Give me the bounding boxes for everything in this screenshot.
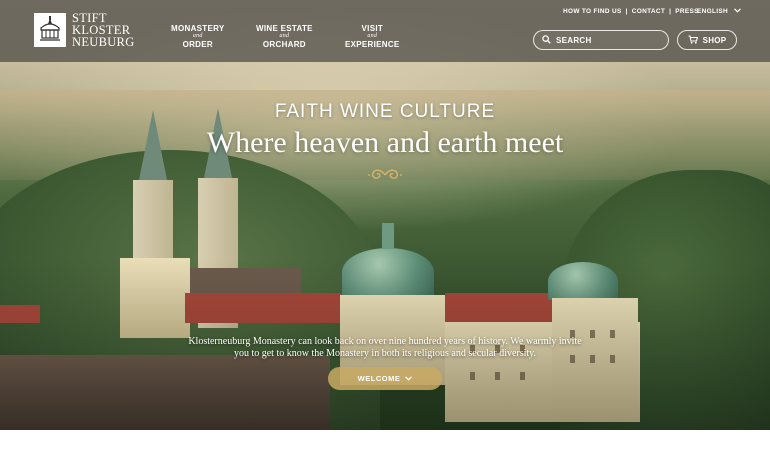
link-separator: | bbox=[669, 8, 672, 15]
nav-label: EXPERIENCE bbox=[345, 40, 400, 49]
intro-line-2: you to get to know the Monastery in both… bbox=[233, 348, 537, 359]
link-how-to-find-us[interactable]: HOW TO FIND US bbox=[563, 8, 622, 15]
shop-button[interactable]: SHOP bbox=[677, 30, 737, 50]
language-selector[interactable]: ENGLISH bbox=[697, 8, 741, 15]
hero-intro: Klosterneuburg Monastery can look back o… bbox=[175, 336, 595, 360]
welcome-label: WELCOME bbox=[357, 374, 401, 383]
search-icon bbox=[542, 31, 551, 49]
monastery-crest-icon bbox=[34, 13, 66, 47]
cart-icon bbox=[688, 34, 698, 46]
brand-line-3: NEUBURG bbox=[72, 35, 135, 49]
brand-name: STIFT KLOSTER NEUBURG bbox=[72, 12, 135, 49]
link-contact[interactable]: CONTACT bbox=[632, 8, 665, 15]
nav-and: and bbox=[279, 33, 290, 39]
nav-label: WINE ESTATE bbox=[256, 24, 313, 33]
link-separator: | bbox=[625, 8, 628, 15]
nav-label: VISIT bbox=[361, 24, 384, 33]
ornament-flourish-icon bbox=[368, 168, 402, 187]
nav-label: ORDER bbox=[182, 40, 213, 49]
site-header: STIFT KLOSTER NEUBURG MONASTERY and ORDE… bbox=[0, 0, 770, 62]
nav-wine-estate-orchard[interactable]: WINE ESTATE and ORCHARD bbox=[256, 24, 313, 49]
welcome-button[interactable]: WELCOME bbox=[328, 367, 442, 390]
nav-label: MONASTERY bbox=[171, 24, 225, 33]
nav-and: and bbox=[192, 33, 203, 39]
brand-logo[interactable]: STIFT KLOSTER NEUBURG bbox=[34, 12, 135, 48]
hero-vignette bbox=[0, 0, 770, 430]
nav-monastery-order[interactable]: MONASTERY and ORDER bbox=[171, 24, 225, 49]
nav-and: and bbox=[367, 33, 378, 39]
search-input[interactable] bbox=[556, 35, 656, 45]
nav-visit-experience[interactable]: VISIT and EXPERIENCE bbox=[345, 24, 400, 49]
utility-links: HOW TO FIND US | CONTACT | PRESS bbox=[563, 8, 699, 15]
shop-label: SHOP bbox=[702, 35, 727, 45]
chevron-down-icon bbox=[734, 8, 741, 15]
intro-line-1: Klosterneuburg Monastery can look back o… bbox=[188, 336, 582, 347]
hero-kicker: FAITH WINE CULTURE bbox=[274, 101, 496, 122]
language-label: ENGLISH bbox=[697, 8, 728, 15]
nav-label: ORCHARD bbox=[262, 40, 306, 49]
hero-headline: Where heaven and earth meet bbox=[206, 126, 564, 159]
search-box[interactable] bbox=[533, 30, 669, 50]
hero-image bbox=[0, 0, 770, 430]
chevron-down-icon bbox=[405, 374, 413, 383]
link-press[interactable]: PRESS bbox=[675, 8, 699, 15]
